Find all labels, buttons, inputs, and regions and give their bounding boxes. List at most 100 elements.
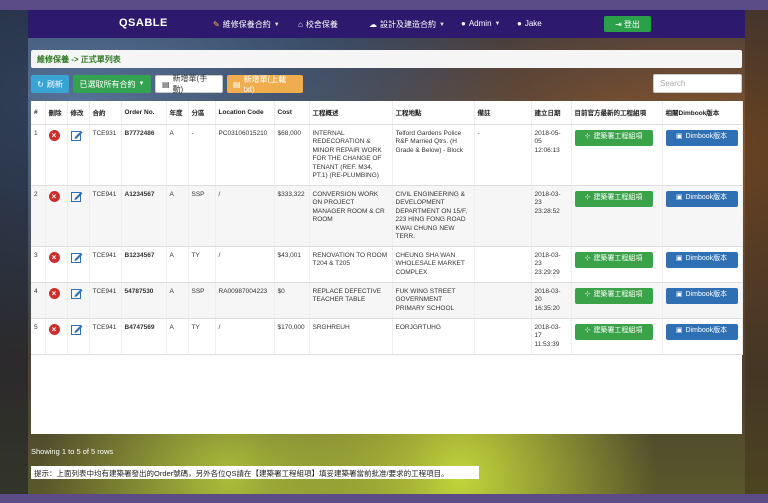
col-header-cost[interactable]: Cost: [274, 101, 310, 125]
cell-created-date: 2018-03-23 23:28:52: [531, 185, 572, 247]
sitemap-icon: ⊹: [584, 194, 591, 202]
table-row: 2 × TCE941 A1234567 A SSP / $333,322 CON…: [31, 185, 743, 247]
refresh-button[interactable]: ↻ 刷新: [31, 75, 69, 93]
delete-icon[interactable]: ×: [48, 287, 60, 299]
cell-created-date: 2018-03-17 11:53:39: [531, 318, 572, 355]
table-header-row: # 刪除 修改 合約 Order No. 年度 分區 Location Code…: [31, 101, 743, 125]
cell-remark: [474, 318, 532, 355]
col-header-edit[interactable]: 修改: [67, 101, 90, 125]
col-header-location-code[interactable]: Location Code: [215, 101, 275, 125]
right-shade: [745, 10, 768, 494]
cell-remark: [474, 185, 532, 247]
cell-contract: TCE941: [89, 318, 122, 355]
cell-delete: ×: [45, 246, 68, 283]
delete-icon[interactable]: ×: [48, 190, 60, 202]
orders-table: # 刪除 修改 合約 Order No. 年度 分區 Location Code…: [31, 101, 743, 355]
dimbook-button[interactable]: ▣ Dimbook版本: [665, 287, 738, 304]
nav-admin[interactable]: ● Admin ▼: [461, 19, 500, 28]
dimbook-button[interactable]: ▣ Dimbook版本: [665, 251, 738, 268]
delete-icon[interactable]: ×: [48, 129, 60, 141]
cell-description: REPLACE DEFECTIVE TEACHER TABLE: [309, 282, 393, 319]
cell-works-items: ⊹ 建築署工程組項: [571, 282, 663, 319]
works-items-button[interactable]: ⊹ 建築署工程組項: [574, 251, 653, 268]
col-header-site[interactable]: 工程地點: [392, 101, 475, 125]
col-header-district[interactable]: 分區: [188, 101, 216, 125]
cell-cost: $68,000: [274, 124, 310, 186]
cell-cost: $0: [274, 282, 310, 319]
col-header-order-no[interactable]: Order No.: [121, 101, 167, 125]
cell-order-no: B4747569: [121, 318, 167, 355]
cell-dimbook: ▣ Dimbook版本: [662, 185, 743, 247]
cell-cost: $43,001: [274, 246, 310, 283]
col-header-num[interactable]: #: [31, 101, 46, 125]
cell-district: TY: [188, 318, 216, 355]
cell-description: RENOVATION TO ROOM T204 & T205: [309, 246, 393, 283]
dimbook-button[interactable]: ▣ Dimbook版本: [665, 129, 738, 146]
col-header-year[interactable]: 年度: [166, 101, 189, 125]
cell-location-code: PC03106015210: [215, 124, 275, 186]
new-upload-button[interactable]: ▤ 新增單(上載txt): [227, 75, 303, 94]
dimbook-label: Dimbook版本: [685, 194, 728, 202]
new-manual-button[interactable]: ▤ 新增單(手動): [155, 74, 223, 94]
cell-created-date: 2018-05-05 12:06:13: [531, 124, 572, 186]
cell-num: 5: [31, 318, 46, 355]
works-items-button[interactable]: ⊹ 建築署工程組項: [574, 190, 653, 207]
new-upload-label: 新增單(上載txt): [243, 75, 287, 94]
document-icon: ▤: [162, 79, 170, 89]
edit-icon[interactable]: [70, 252, 83, 263]
works-items-button[interactable]: ⊹ 建築署工程組項: [574, 287, 653, 304]
nav-maintenance-contract[interactable]: ✎ 維修保養合約 ▼: [213, 19, 280, 30]
brand-logo[interactable]: QSABLE: [119, 17, 168, 29]
book-icon: ▣: [675, 255, 683, 263]
edit-icon[interactable]: [70, 324, 83, 335]
nav-user-jake[interactable]: ● Jake: [517, 19, 542, 28]
works-items-button[interactable]: ⊹ 建築署工程組項: [574, 129, 653, 146]
dimbook-button[interactable]: ▣ Dimbook版本: [665, 323, 738, 340]
nav-design-build-contract[interactable]: ☁ 設計及建造合約 ▼: [369, 19, 445, 30]
logout-button[interactable]: ⇥ 登出: [604, 16, 651, 32]
col-header-delete[interactable]: 刪除: [45, 101, 68, 125]
cell-description: INTERNAL REDECORATION & MINOR REPAIR WOR…: [309, 124, 393, 186]
nav-label: 校舍保養: [305, 20, 338, 29]
nav-school-maintenance[interactable]: ⌂ 校舍保養: [298, 19, 338, 30]
cell-works-items: ⊹ 建築署工程組項: [571, 124, 663, 186]
works-items-button[interactable]: ⊹ 建築署工程組項: [574, 323, 653, 340]
nav-label: Jake: [524, 19, 542, 28]
sitemap-icon: ⊹: [584, 255, 591, 263]
caret-down-icon: ▼: [273, 21, 280, 28]
cell-year: A: [166, 246, 189, 283]
logout-icon: ⇥: [615, 19, 622, 29]
wrench-icon: ✎: [213, 20, 220, 29]
cell-contract: TCE941: [89, 185, 122, 247]
edit-icon[interactable]: [70, 288, 83, 299]
search-input[interactable]: Search: [653, 74, 742, 93]
delete-icon[interactable]: ×: [48, 251, 60, 263]
col-header-remark[interactable]: 備註: [474, 101, 532, 125]
cell-works-items: ⊹ 建築署工程組項: [571, 318, 663, 355]
edit-icon[interactable]: [70, 130, 83, 141]
contract-filter-dropdown[interactable]: 已選取所有合約 ▼: [73, 75, 151, 93]
cell-edit: [67, 124, 90, 186]
dimbook-label: Dimbook版本: [685, 327, 728, 335]
pagination-info: Showing 1 to 5 of 5 rows: [31, 447, 114, 456]
col-header-works-items[interactable]: 目前官方最新的工程組項: [571, 101, 663, 125]
book-icon: ▣: [675, 194, 683, 202]
col-header-description[interactable]: 工程概述: [309, 101, 393, 125]
cell-dimbook: ▣ Dimbook版本: [662, 124, 743, 186]
nav-label: 設計及建造合約: [380, 20, 436, 29]
delete-icon[interactable]: ×: [48, 323, 60, 335]
col-header-contract[interactable]: 合約: [89, 101, 122, 125]
col-header-dimbook[interactable]: 相關Dimbook版本: [662, 101, 743, 125]
cell-delete: ×: [45, 185, 68, 247]
col-header-created-date[interactable]: 建立日期: [531, 101, 572, 125]
cell-site: CIVIL ENGINEERING & DEVELOPMENT DEPARTME…: [392, 185, 475, 247]
refresh-icon: ↻: [37, 79, 44, 89]
table-row: 3 × TCE941 B1234567 A TY / $43,001 RENOV…: [31, 246, 743, 283]
cell-delete: ×: [45, 124, 68, 186]
dimbook-button[interactable]: ▣ Dimbook版本: [665, 190, 738, 207]
cell-edit: [67, 246, 90, 283]
table-row: 5 × TCE941 B4747569 A TY / $170,000 SRGH…: [31, 318, 743, 355]
edit-icon[interactable]: [70, 191, 83, 202]
nav-label: 維修保養合約: [222, 20, 271, 29]
caret-down-icon: ▼: [494, 20, 501, 27]
